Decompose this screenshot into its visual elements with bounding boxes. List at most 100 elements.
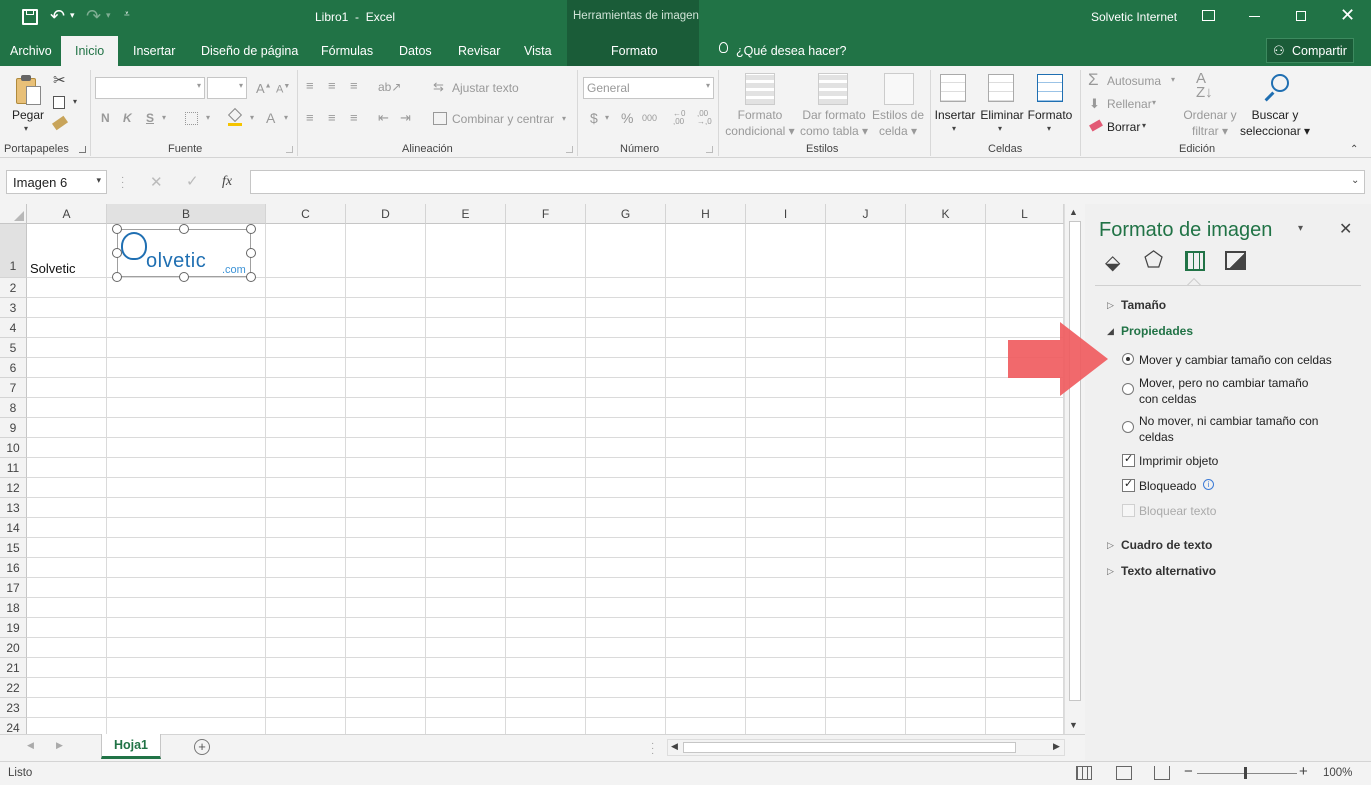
insert-cells-icon[interactable] [940, 74, 966, 102]
dialog-launcher-icon[interactable] [706, 146, 713, 153]
redo-icon[interactable]: ↷ [86, 6, 101, 27]
tab-archivo[interactable]: Archivo [10, 44, 52, 58]
delete-cells-button[interactable]: Eliminar [978, 107, 1026, 123]
row-header[interactable]: 21 [0, 658, 27, 678]
copy-dropdown-icon[interactable]: ▾ [73, 97, 77, 106]
align-center-icon[interactable]: ≡ [328, 110, 336, 125]
row-header[interactable]: 24 [0, 718, 27, 734]
conditional-format-button[interactable]: Formato condicional ▾ [722, 107, 798, 139]
column-header[interactable]: C [266, 204, 346, 224]
label-print-object[interactable]: Imprimir objeto [1139, 453, 1218, 469]
column-header[interactable]: H [666, 204, 746, 224]
user-name[interactable]: Solvetic Internet [1091, 10, 1177, 24]
italic-button[interactable]: K [123, 111, 132, 125]
conditional-format-icon[interactable] [745, 73, 775, 105]
resize-handle[interactable] [179, 272, 189, 282]
format-dropdown-icon[interactable]: ▾ [1047, 124, 1051, 133]
underline-dropdown-icon[interactable]: ▾ [162, 113, 166, 122]
row-header[interactable]: 12 [0, 478, 27, 498]
info-icon[interactable]: i [1203, 479, 1214, 490]
section-propiedades[interactable]: Propiedades [1121, 323, 1193, 339]
tell-me-search[interactable]: ¿Qué desea hacer? [736, 44, 847, 58]
sort-filter-icon[interactable]: A Z↓ [1196, 71, 1213, 100]
delete-cells-icon[interactable] [988, 74, 1014, 102]
clear-button[interactable]: Borrar [1107, 119, 1140, 135]
decrease-indent-icon[interactable]: ⇤ [378, 110, 389, 126]
sort-filter-button[interactable]: Ordenar y filtrar ▾ [1180, 107, 1240, 139]
share-button[interactable]: ⚇ Compartir [1266, 38, 1354, 63]
merge-dropdown-icon[interactable]: ▾ [562, 114, 566, 123]
zoom-level[interactable]: 100% [1323, 767, 1352, 779]
column-header[interactable]: G [586, 204, 666, 224]
tab-vista[interactable]: Vista [524, 44, 552, 58]
orientation-icon[interactable]: ab↗ [378, 80, 401, 94]
increase-indent-icon[interactable]: ⇥ [400, 110, 411, 126]
column-header[interactable]: E [426, 204, 506, 224]
cell-styles-icon[interactable] [884, 73, 914, 105]
cell-a1[interactable]: Solvetic [30, 261, 76, 276]
row-header[interactable]: 7 [0, 378, 27, 398]
underline-button[interactable]: S [146, 111, 154, 125]
effects-pentagon-icon[interactable]: ⬠ [1144, 247, 1163, 273]
cell-styles-button[interactable]: Estilos de celda ▾ [866, 107, 930, 139]
font-color-icon[interactable]: A [266, 110, 275, 126]
scroll-down-icon[interactable]: ▼ [1069, 720, 1078, 730]
zoom-out-icon[interactable]: − [1184, 763, 1193, 780]
row-header[interactable]: 3 [0, 298, 27, 318]
tab-inicio[interactable]: Inicio [61, 36, 119, 66]
row-header[interactable]: 15 [0, 538, 27, 558]
row-header[interactable]: 4 [0, 318, 27, 338]
page-layout-icon[interactable] [1116, 766, 1132, 780]
zoom-in-icon[interactable]: + [1299, 763, 1308, 780]
section-cuadro-texto[interactable]: Cuadro de texto [1121, 537, 1212, 553]
increase-decimal-icon[interactable]: ←0,00 [673, 110, 685, 126]
font-size-combo[interactable]: ▾ [207, 77, 247, 99]
resize-handle[interactable] [246, 272, 256, 282]
label-move-size[interactable]: Mover y cambiar tamaño con celdas [1139, 352, 1332, 368]
row-header[interactable]: 13 [0, 498, 27, 518]
expand-alt-text-icon[interactable]: ▷ [1107, 563, 1114, 579]
currency-icon[interactable]: $ [590, 110, 598, 126]
collapse-ribbon-icon[interactable]: ⌃ [1350, 144, 1358, 155]
resize-handle[interactable] [112, 272, 122, 282]
label-move-no-size[interactable]: Mover, pero no cambiar tamaño con celdas [1139, 375, 1308, 407]
autosum-button[interactable]: Autosuma [1107, 74, 1161, 88]
horizontal-scrollbar[interactable]: ◀ ▶ [667, 739, 1065, 756]
zoom-slider-thumb[interactable] [1244, 767, 1247, 779]
vertical-scrollbar[interactable]: ▲ ▼ [1064, 204, 1085, 734]
ribbon-display-options-icon[interactable] [1202, 10, 1215, 21]
paste-dropdown-icon[interactable]: ▾ [24, 124, 28, 133]
size-properties-icon[interactable] [1185, 251, 1205, 271]
insert-cells-button[interactable]: Insertar [932, 107, 978, 123]
section-texto-alternativo[interactable]: Texto alternativo [1121, 563, 1216, 579]
row-header[interactable]: 16 [0, 558, 27, 578]
row-header[interactable]: 11 [0, 458, 27, 478]
dialog-launcher-icon[interactable] [286, 146, 293, 153]
checkbox-print-object[interactable]: ✓ [1122, 453, 1135, 467]
prev-sheet-icon[interactable]: ◀ [27, 740, 34, 751]
align-top-icon[interactable]: ≡ [306, 78, 314, 93]
formula-input[interactable] [250, 170, 1365, 194]
fill-button[interactable]: Rellenar [1107, 97, 1152, 111]
insert-dropdown-icon[interactable]: ▾ [952, 124, 956, 133]
number-format-combo[interactable]: General ▾ [583, 77, 714, 99]
vertical-scroll-thumb[interactable] [1069, 221, 1081, 701]
horizontal-scroll-thumb[interactable] [683, 742, 1016, 753]
row-header[interactable]: 19 [0, 618, 27, 638]
undo-icon[interactable]: ↶ [50, 6, 65, 27]
resize-handle[interactable] [246, 224, 256, 234]
qat-customize-icon[interactable]: ⩡ [124, 9, 130, 20]
resize-handle[interactable] [246, 248, 256, 258]
wrap-text-icon[interactable]: ⇆ [433, 79, 444, 95]
undo-dropdown-icon[interactable]: ▾ [70, 10, 75, 21]
label-no-move[interactable]: No mover, ni cambiar tamaño con celdas [1139, 413, 1318, 445]
column-header[interactable]: I [746, 204, 826, 224]
format-cells-button[interactable]: Formato [1026, 107, 1074, 123]
decrease-decimal-icon[interactable]: ,00 →,0 [697, 110, 712, 126]
dialog-launcher-icon[interactable] [566, 146, 573, 153]
tab-insertar[interactable]: Insertar [133, 44, 175, 58]
tab-formulas[interactable]: Fórmulas [321, 44, 373, 58]
scroll-left-icon[interactable]: ◀ [671, 741, 678, 752]
pane-options-dropdown-icon[interactable]: ▾ [1298, 223, 1303, 234]
column-header[interactable]: F [506, 204, 586, 224]
